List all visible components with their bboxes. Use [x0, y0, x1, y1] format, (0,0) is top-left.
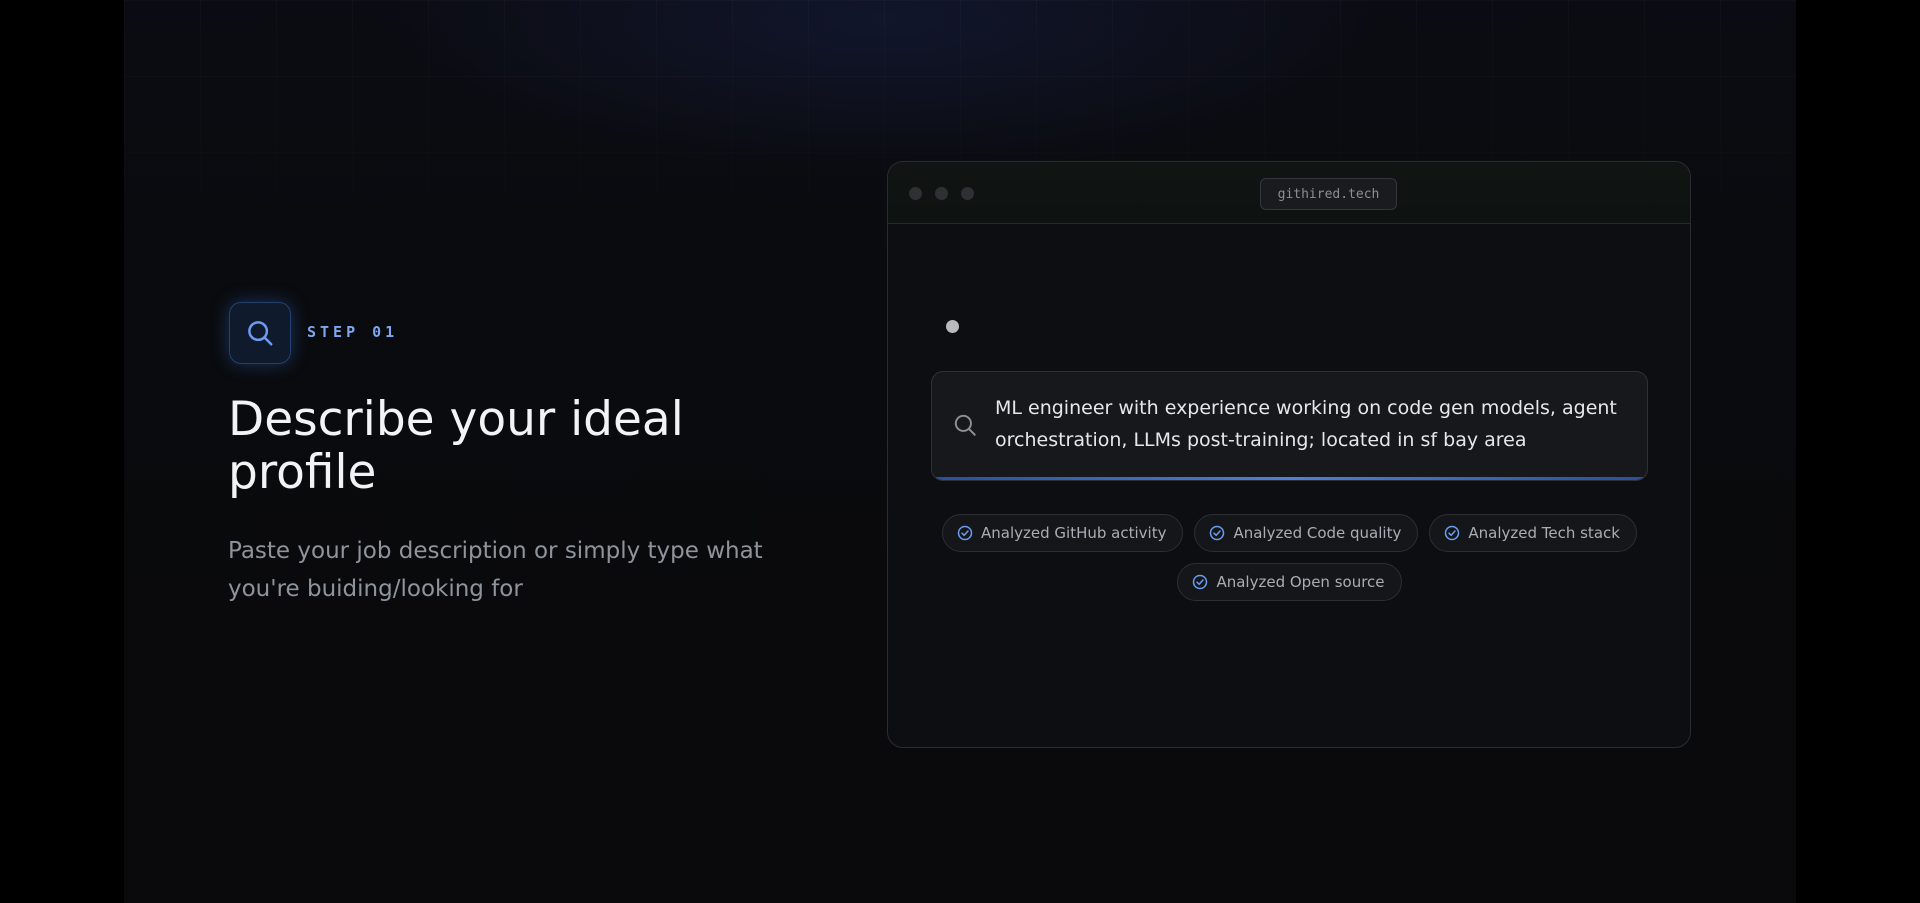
chip-label: Analyzed Code quality	[1233, 524, 1402, 542]
window-dot-minimize	[935, 187, 948, 200]
step-icon-badge	[229, 302, 291, 364]
feature-section: STEP 01 Describe your ideal profile Past…	[124, 0, 1796, 903]
search-icon	[952, 412, 978, 438]
check-circle-icon	[1193, 574, 1208, 590]
browser-mockup: githired.tech ML engineer with experienc…	[887, 161, 1691, 748]
chip-label: Analyzed GitHub activity	[981, 524, 1167, 542]
chip-code-quality: Analyzed Code quality	[1194, 514, 1419, 552]
chip-github-activity: Analyzed GitHub activity	[942, 514, 1184, 552]
window-dot-maximize	[961, 187, 974, 200]
chip-tech-stack: Analyzed Tech stack	[1429, 514, 1637, 552]
search-input[interactable]: ML engineer with experience working on c…	[931, 371, 1648, 481]
page-title: Describe your ideal profile	[228, 392, 684, 500]
browser-title-bar: githired.tech	[888, 162, 1690, 224]
check-circle-icon	[1210, 525, 1225, 541]
chip-label: Analyzed Tech stack	[1468, 524, 1620, 542]
search-icon	[248, 321, 273, 346]
window-dot-close	[909, 187, 922, 200]
page-subtitle: Paste your job description or simply typ…	[228, 538, 763, 602]
search-focus-underline	[932, 477, 1647, 480]
search-query-text: ML engineer with experience working on c…	[995, 397, 1617, 451]
check-circle-icon	[1445, 525, 1460, 541]
analysis-chips: Analyzed GitHub activity Analyzed Code q…	[931, 514, 1648, 601]
step-label: STEP 01	[307, 323, 399, 341]
chip-label: Analyzed Open source	[1216, 573, 1385, 591]
check-circle-icon	[957, 525, 973, 541]
typing-indicator	[946, 320, 959, 333]
chip-open-source: Analyzed Open source	[1177, 563, 1402, 601]
url-bar[interactable]: githired.tech	[1260, 178, 1397, 210]
